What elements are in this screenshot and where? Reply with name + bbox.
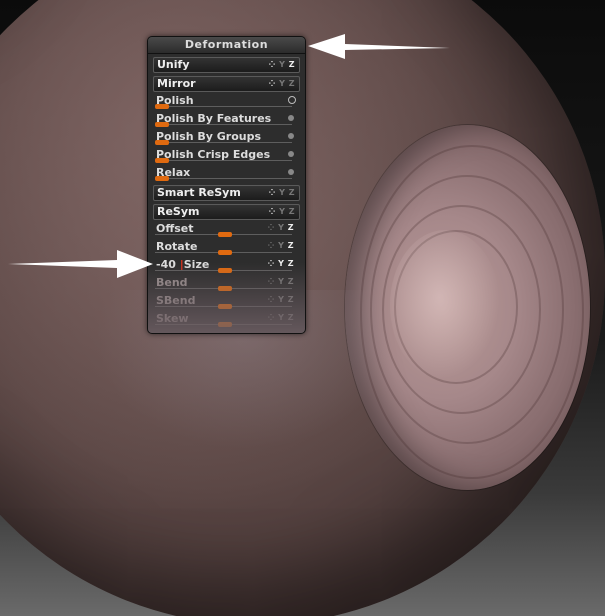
polish-by-features-slider[interactable]: Polish By Features [153,110,300,128]
polish-crisp-edges-slider[interactable]: Polish Crisp Edges [153,146,300,164]
offset-axis-toggle[interactable]: ⁘ Y Z [268,223,294,232]
rotate-axis-toggle[interactable]: ⁘ Y Z [268,241,294,250]
slider-knob[interactable] [218,304,232,309]
size-slider[interactable]: -40 |Size ⁘ Y Z [153,256,300,274]
sbend-axis-toggle[interactable]: ⁘ Y Z [268,295,294,304]
resym-button[interactable]: ReSym ⁘ Y Z [153,204,300,220]
slider-knob[interactable] [155,158,169,163]
slider-knob[interactable] [155,176,169,181]
smart-resym-button[interactable]: Smart ReSym ⁘ Y Z [153,185,300,201]
resym-axis-toggle[interactable]: ⁘ Y Z [269,205,295,219]
smart-resym-axis-toggle[interactable]: ⁘ Y Z [269,186,295,200]
relax-slider[interactable]: Relax [153,164,300,182]
mirror-axis-toggle[interactable]: ⁘ Y Z [269,77,295,91]
panel-title[interactable]: Deformation [148,37,305,54]
slider-knob[interactable] [155,140,169,145]
mirror-label: Mirror [157,77,196,90]
polish-by-groups-slider[interactable]: Polish By Groups [153,128,300,146]
polish-by-groups-toggle-icon[interactable] [288,133,294,139]
dent-highlight [390,230,500,380]
slider-track [155,124,292,125]
slider-knob[interactable] [218,286,232,291]
arrow-top-annotation [308,34,450,59]
unify-button[interactable]: Unify ⁘ Y Z [153,57,300,73]
mirror-button[interactable]: Mirror ⁘ Y Z [153,76,300,92]
slider-knob[interactable] [218,322,232,327]
slider-knob[interactable] [155,104,169,109]
polish-slider[interactable]: Polish [153,92,300,110]
skew-axis-toggle[interactable]: ⁘ Y Z [268,313,294,322]
deformation-panel: Deformation Unify ⁘ Y Z Mirror ⁘ Y Z Pol… [147,36,306,334]
size-axis-toggle[interactable]: ⁘ Y Z [268,259,294,268]
slider-knob[interactable] [218,250,232,255]
polish-toggle-icon[interactable] [288,96,296,104]
relax-toggle-icon[interactable] [288,169,294,175]
bend-slider[interactable]: Bend ⁘ Y Z [153,274,300,292]
slider-knob[interactable] [218,232,232,237]
arrow-left-annotation [8,250,153,278]
skew-slider[interactable]: Skew ⁘ Y Z [153,310,300,328]
polish-by-features-toggle-icon[interactable] [288,115,294,121]
slider-track [155,142,292,143]
sbend-slider[interactable]: SBend ⁘ Y Z [153,292,300,310]
slider-track [155,178,292,179]
rotate-slider[interactable]: Rotate ⁘ Y Z [153,238,300,256]
slider-track [155,160,292,161]
slider-knob[interactable] [155,122,169,127]
smart-resym-label: Smart ReSym [157,186,241,199]
slider-track [155,106,292,107]
offset-slider[interactable]: Offset ⁘ Y Z [153,220,300,238]
resym-label: ReSym [157,205,200,218]
slider-knob[interactable] [218,268,232,273]
unify-label: Unify [157,58,190,71]
unify-axis-toggle[interactable]: ⁘ Y Z [269,58,295,72]
polish-crisp-edges-toggle-icon[interactable] [288,151,294,157]
bend-axis-toggle[interactable]: ⁘ Y Z [268,277,294,286]
